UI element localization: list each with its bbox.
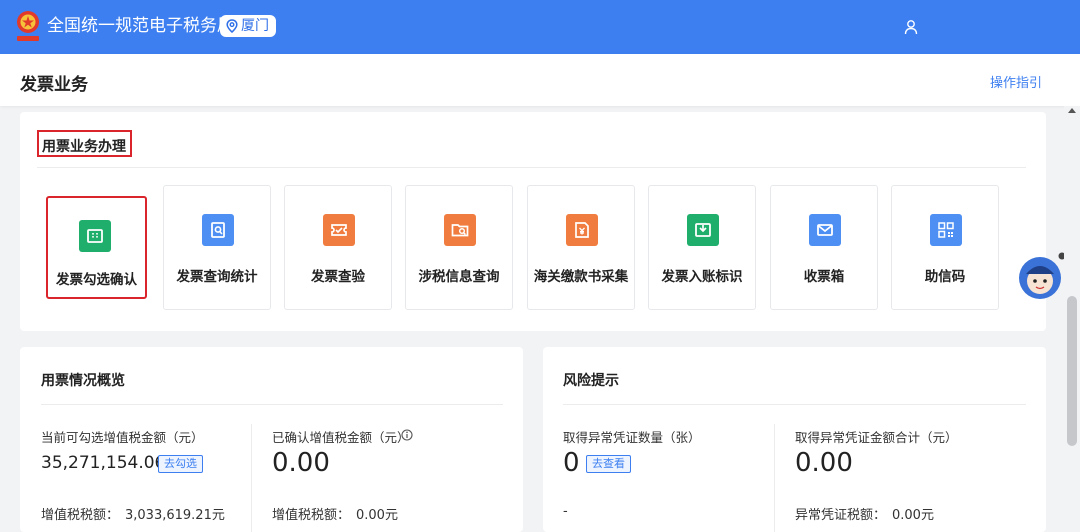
scroll-up-arrow-icon[interactable] [1068,108,1076,113]
tile-label: 发票查验 [311,269,365,285]
confirmed-tax-label: 增值税税额： [272,508,351,523]
mail-icon [809,214,841,246]
region-label: 厦门 [241,18,269,34]
tile-label: 发票查询统计 [176,269,258,285]
box-download-icon [687,214,719,246]
region-selector[interactable]: 厦门 [220,15,276,37]
abnormal-tax-value: 0.00元 [892,508,934,523]
tile-label: 助信码 [924,269,966,285]
confirmed-vat-value: 0.00 [272,448,330,478]
tile-customs-collection[interactable]: 海关缴款书采集 [527,185,635,310]
document-yuan-icon [566,214,598,246]
divider [563,404,1026,405]
top-bar: 全国统一规范电子税务局 厦门 [0,0,1080,54]
user-icon[interactable] [903,19,919,35]
section-title-business: 用票业务办理 [37,130,132,157]
go-select-button[interactable]: 去勾选 [158,455,203,473]
abnormal-amount-label: 取得异常凭证金额合计（元） [795,430,958,445]
tile-label: 发票勾选确认 [56,272,137,288]
tile-invoice-query-stats[interactable]: 发票查询统计 [163,185,271,310]
section-title-risk: 风险提示 [563,373,619,389]
abnormal-count-label: 取得异常凭证数量（张） [563,430,701,445]
tile-receipt-box[interactable]: 收票箱 [770,185,878,310]
selectable-tax-value: 3,033,619.21元 [125,508,225,523]
national-emblem-icon [17,11,39,41]
abnormal-tax-label: 异常凭证税额： [795,508,887,523]
column-separator [251,424,252,532]
tile-label: 涉税信息查询 [418,269,500,285]
qr-code-icon [930,214,962,246]
ticket-icon [79,220,111,252]
divider [37,167,1026,168]
info-icon[interactable] [401,429,413,441]
selectable-tax-label: 增值税税额： [41,508,120,523]
tile-label: 海关缴款书采集 [533,269,629,285]
confirmed-vat-label: 已确认增值税金额（元） [272,430,410,445]
tile-invoice-select-confirm[interactable]: 发票勾选确认 [46,196,147,299]
column-separator [774,424,775,532]
tile-tax-info-query[interactable]: 涉税信息查询 [405,185,513,310]
customer-service-avatar-icon[interactable] [1016,252,1066,302]
ticket-check-icon [323,214,355,246]
tile-invoice-verify[interactable]: 发票查验 [284,185,392,310]
section-title-overview: 用票情况概览 [41,373,125,389]
tile-label: 收票箱 [803,269,845,285]
tile-label: 发票入账标识 [661,269,743,285]
tile-credit-code[interactable]: 助信码 [891,185,999,310]
go-view-button[interactable]: 去查看 [586,455,631,473]
selectable-vat-value: 35,271,154.06 [41,453,166,473]
abnormal-count-value: 0 [563,448,580,478]
page-title: 发票业务 [20,75,88,95]
abnormal-amount-value: 0.00 [795,448,853,478]
selectable-vat-label: 当前可勾选增值税金额（元） [41,430,204,445]
search-document-icon [202,214,234,246]
abnormal-count-sub: - [563,504,568,519]
tile-invoice-entry-mark[interactable]: 发票入账标识 [648,185,756,310]
guide-link[interactable]: 操作指引 [990,72,1042,91]
confirmed-tax-value: 0.00元 [356,508,398,523]
scroll-thumb[interactable] [1067,296,1077,446]
folder-search-icon [444,214,476,246]
app-title: 全国统一规范电子税务局 [47,16,234,36]
page-header: 发票业务 操作指引 [0,54,1080,106]
scrollbar[interactable] [1064,106,1080,532]
divider [41,404,503,405]
location-pin-icon [226,19,238,33]
